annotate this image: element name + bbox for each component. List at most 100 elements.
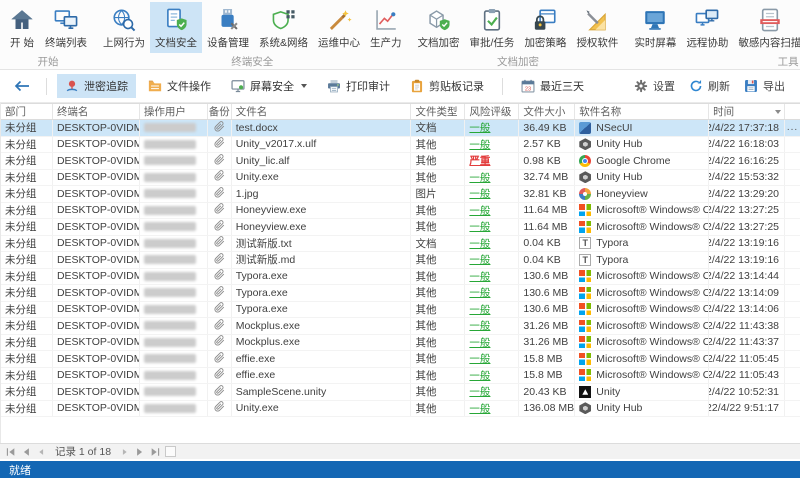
ribbon-item-system-network[interactable]: 系统&网络 [254,2,313,53]
column-header-risk[interactable]: 风险评级 [465,104,520,119]
ribbon-item-productivity[interactable]: 生产力 [365,2,407,53]
paperclip-icon[interactable] [214,285,225,300]
table-row[interactable]: 未分组 DESKTOP-0VIDMDJ test.docx 文档 一般 36.4… [1,120,800,137]
paperclip-icon[interactable] [214,269,225,283]
ribbon-item-approval-task[interactable]: 审批/任务 [465,2,520,53]
ribbon-item-sensitive-scan[interactable]: 敏感内容扫描 [733,2,800,53]
last-page-button[interactable] [150,447,160,457]
risk-cell[interactable]: 一般 [469,335,490,350]
paperclip-icon[interactable] [214,368,225,382]
table-row[interactable]: 未分组 DESKTOP-0VIDMDJ Typora.exe 其他 一般 130… [1,301,800,318]
paperclip-icon[interactable] [214,186,225,201]
leak-trace-button[interactable]: 泄密追踪 [57,74,136,98]
risk-cell[interactable]: 一般 [469,368,490,383]
risk-cell[interactable]: 一般 [469,351,490,366]
refresh-button[interactable]: 刷新 [684,74,735,98]
risk-cell[interactable]: 一般 [469,170,490,185]
size-cell: 130.6 MB [523,270,569,283]
risk-cell[interactable]: 一般 [469,120,490,135]
paperclip-icon[interactable] [214,384,225,399]
filter-dropdown-icon[interactable] [775,109,782,114]
column-header-time[interactable]: 时间 [709,104,786,119]
paperclip-icon[interactable] [214,137,225,151]
refresh-icon [690,80,702,92]
ribbon-item-web-behavior[interactable]: 上网行为 [98,2,150,53]
ribbon-item-start[interactable]: 开 始 [4,2,40,53]
ribbon-item-device-management[interactable]: 设备管理 [202,2,254,53]
ribbon-item-realtime-screen[interactable]: 实时屏幕 [629,2,681,53]
paperclip-icon[interactable] [214,120,225,135]
next-group-button[interactable] [135,447,145,457]
table-row[interactable]: 未分组 DESKTOP-0VIDMDJ SampleScene.unity 其他… [1,384,800,401]
column-header-filesize[interactable]: 文件大小 [519,104,576,119]
risk-cell[interactable]: 严重 [469,153,490,168]
row-more-button[interactable]: ... [787,122,798,132]
risk-cell[interactable]: 一般 [469,302,490,317]
risk-cell[interactable]: 一般 [469,401,490,416]
export-button[interactable]: 导出 [739,74,790,98]
column-header-filename[interactable]: 文件名 [232,104,412,119]
settings-button[interactable]: 设置 [629,74,680,98]
ribbon-item-doc-security[interactable]: 文档安全 [150,2,202,53]
risk-cell[interactable]: 一般 [469,137,490,152]
pagination-options-button[interactable] [165,446,177,457]
table-row[interactable]: 未分组 DESKTOP-0VIDMDJ 测试新版.txt 文档 一般 0.04 … [1,235,800,252]
paperclip-icon[interactable] [214,236,225,250]
column-header-software[interactable]: 软件名称 [575,104,710,119]
next-page-button[interactable] [120,447,130,457]
risk-cell[interactable]: 一般 [469,269,490,284]
risk-cell[interactable]: 一般 [469,236,490,251]
paperclip-icon[interactable] [214,203,225,217]
risk-cell[interactable]: 一般 [469,252,490,267]
back-button[interactable] [8,77,36,95]
table-row[interactable]: 未分组 DESKTOP-0VIDMDJ Unity.exe 其他 一般 136.… [1,400,800,417]
paperclip-icon[interactable] [214,401,225,415]
screen-security-button[interactable]: 屏幕安全 [223,74,315,98]
risk-cell[interactable]: 一般 [469,285,490,300]
risk-cell[interactable]: 一般 [469,384,490,399]
column-header-terminal[interactable]: 终端名 [53,104,140,119]
ribbon-item-encrypt-policy[interactable]: 加密策略 [519,2,571,53]
table-row[interactable]: 未分组 DESKTOP-0VIDMDJ Unity.exe 其他 一般 32.7… [1,169,800,186]
paperclip-icon[interactable] [214,302,225,316]
column-header-dept[interactable]: 部门 [1,104,53,119]
table-row[interactable]: 未分组 DESKTOP-0VIDMDJ 1.jpg 图片 一般 32.81 KB… [1,186,800,203]
table-row[interactable]: 未分组 DESKTOP-0VIDMDJ Typora.exe 其他 一般 130… [1,268,800,285]
ribbon-item-remote-assist[interactable]: 远程协助 [681,2,733,53]
ribbon-item-terminal-list[interactable]: 终端列表 [40,2,92,53]
prev-group-button[interactable] [21,447,31,457]
table-row[interactable]: 未分组 DESKTOP-0VIDMDJ Unity_lic.alf 其他 严重 … [1,153,800,170]
paperclip-icon[interactable] [214,153,225,168]
ribbon-item-doc-encrypt[interactable]: 文档加密 [413,2,465,53]
date-range-button[interactable]: 23 最近三天 [513,74,592,98]
risk-cell[interactable]: 一般 [469,203,490,218]
table-row[interactable]: 未分组 DESKTOP-0VIDMDJ Typora.exe 其他 一般 130… [1,285,800,302]
clipboard-records-button[interactable]: 剪贴板记录 [402,74,492,98]
first-page-button[interactable] [6,447,16,457]
column-header-backup[interactable]: 备份 [208,104,232,119]
print-audit-button[interactable]: 打印审计 [319,74,398,98]
risk-cell[interactable]: 一般 [469,186,490,201]
table-row[interactable]: 未分组 DESKTOP-0VIDMDJ Mockplus.exe 其他 一般 3… [1,334,800,351]
file-operations-button[interactable]: 文件操作 [140,74,219,98]
paperclip-icon[interactable] [214,335,225,349]
risk-cell[interactable]: 一般 [469,318,490,333]
paperclip-icon[interactable] [214,170,225,184]
table-row[interactable]: 未分组 DESKTOP-0VIDMDJ Honeyview.exe 其他 一般 … [1,219,800,236]
paperclip-icon[interactable] [214,351,225,366]
table-row[interactable]: 未分组 DESKTOP-0VIDMDJ 测试新版.md 其他 一般 0.04 K… [1,252,800,269]
column-header-filetype[interactable]: 文件类型 [411,104,466,119]
table-row[interactable]: 未分组 DESKTOP-0VIDMDJ effie.exe 其他 一般 15.8… [1,367,800,384]
paperclip-icon[interactable] [214,318,225,333]
risk-cell[interactable]: 一般 [469,219,490,234]
table-row[interactable]: 未分组 DESKTOP-0VIDMDJ Unity_v2017.x.ulf 其他… [1,136,800,153]
ribbon-item-authorized-software[interactable]: 授权软件 [571,2,623,53]
paperclip-icon[interactable] [214,219,225,234]
paperclip-icon[interactable] [214,252,225,267]
prev-page-button[interactable] [36,447,46,457]
table-row[interactable]: 未分组 DESKTOP-0VIDMDJ Mockplus.exe 其他 一般 3… [1,318,800,335]
column-header-user[interactable]: 操作用户 [140,104,208,119]
table-row[interactable]: 未分组 DESKTOP-0VIDMDJ effie.exe 其他 一般 15.8… [1,351,800,368]
table-row[interactable]: 未分组 DESKTOP-0VIDMDJ Honeyview.exe 其他 一般 … [1,202,800,219]
ribbon-item-ops-center[interactable]: 运维中心 [313,2,365,53]
